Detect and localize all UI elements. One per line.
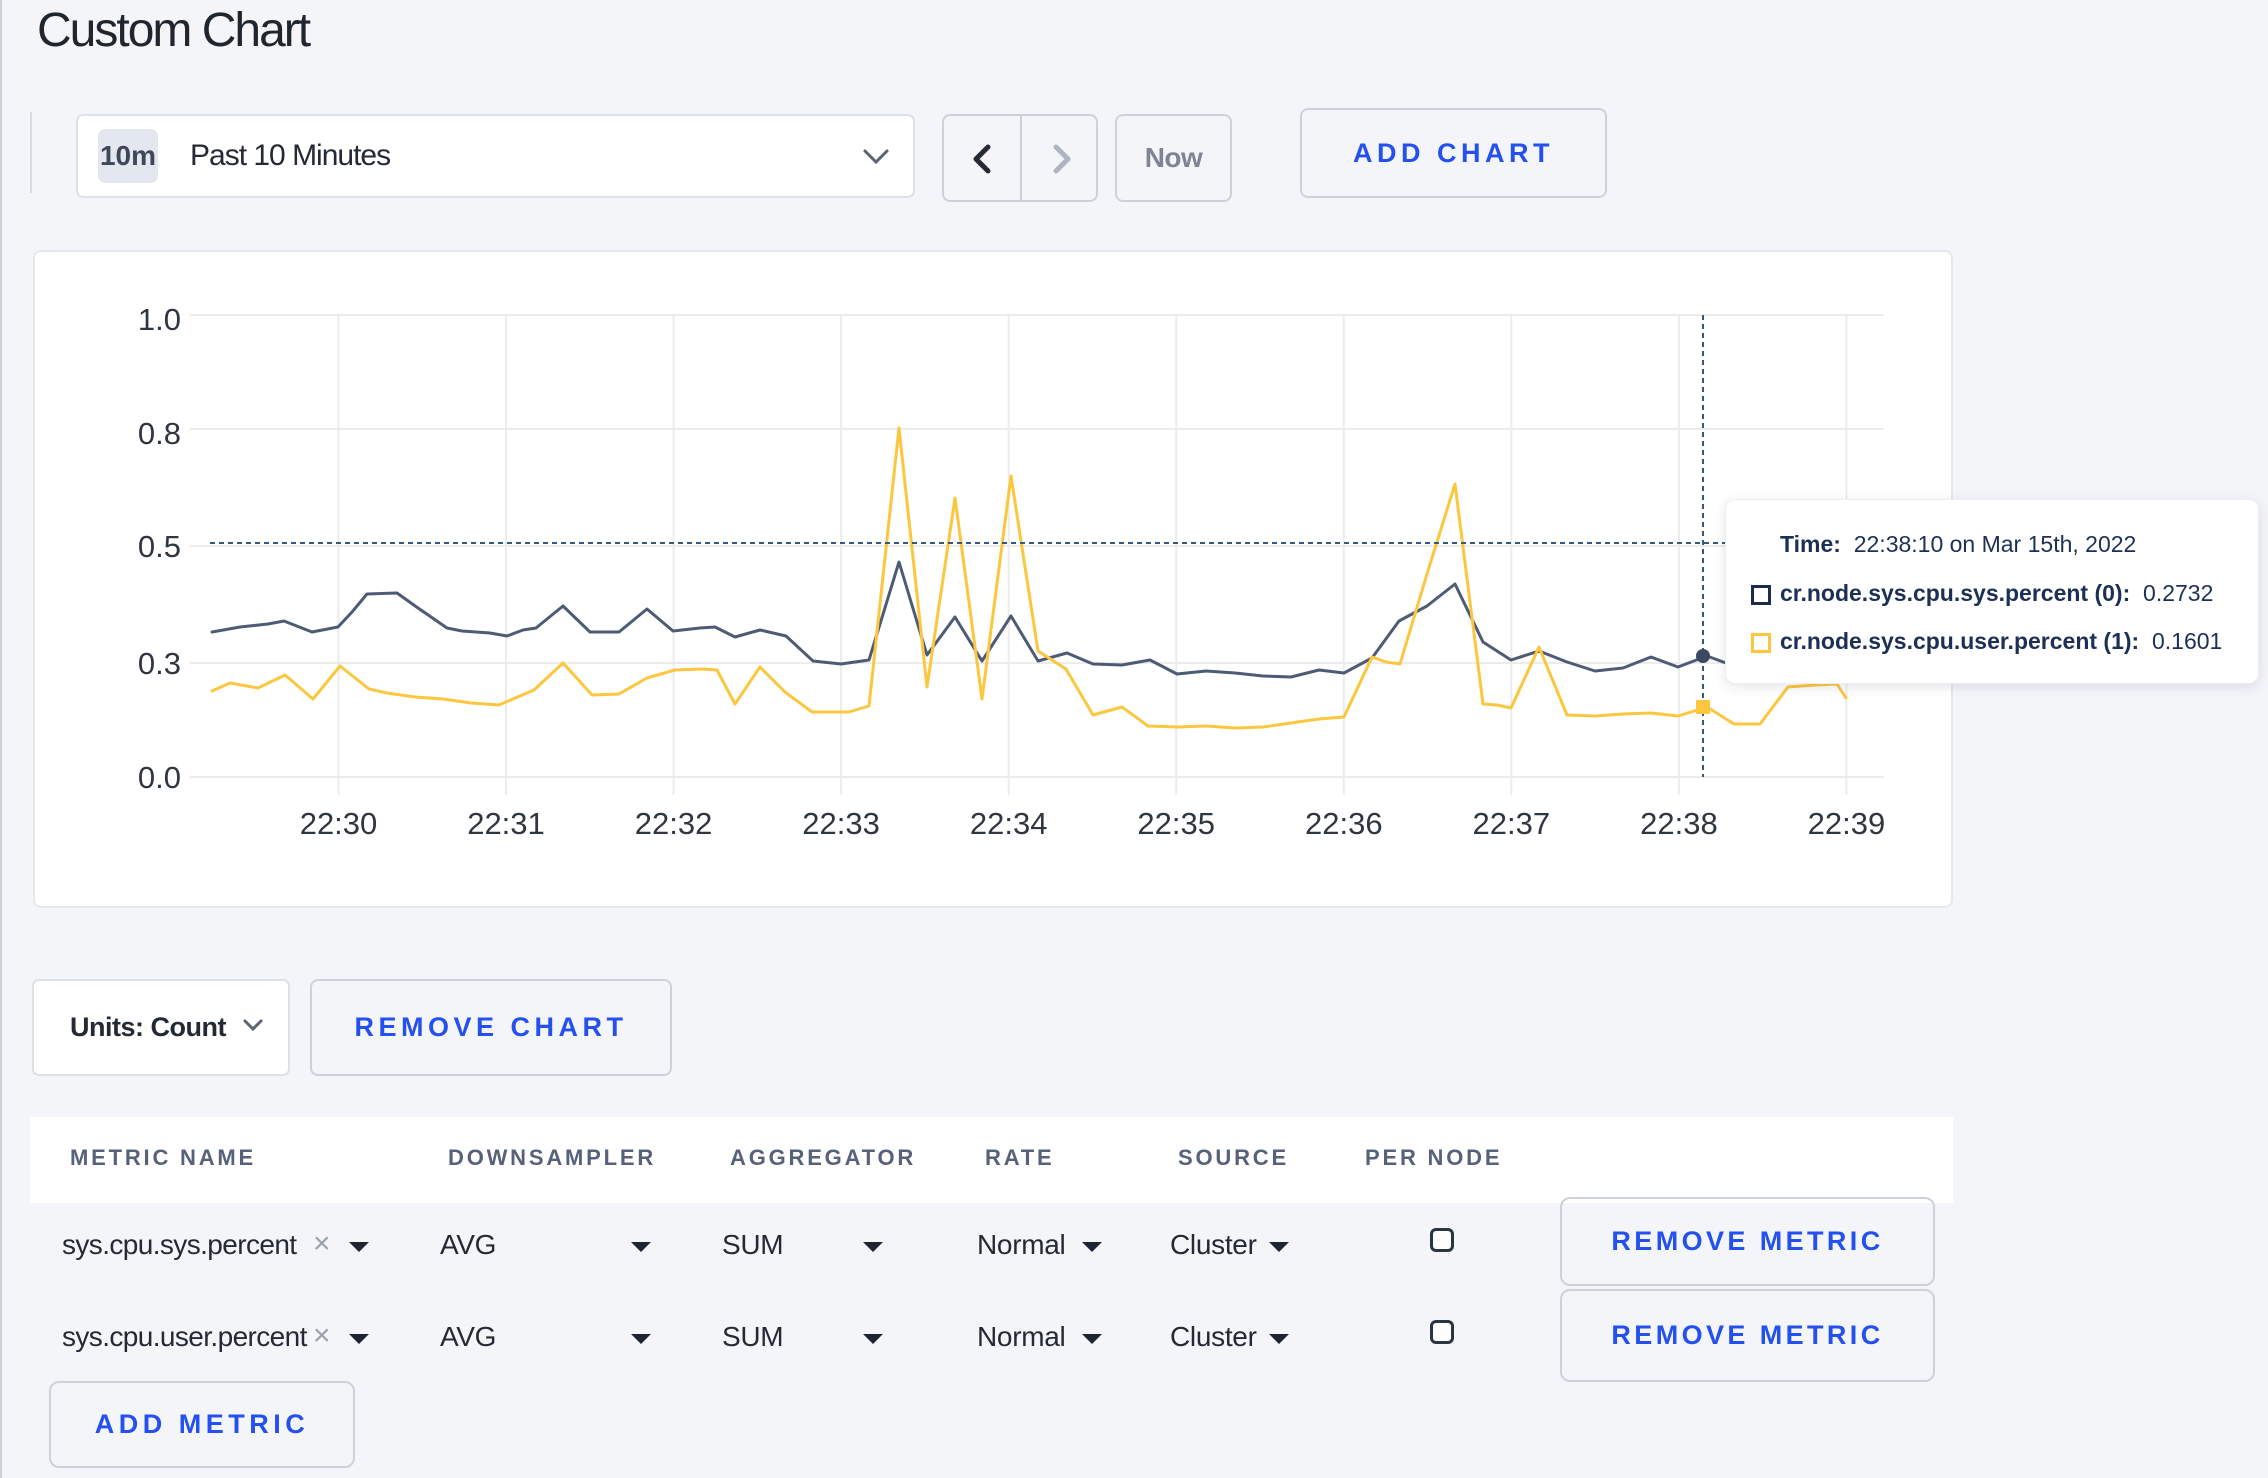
svg-text:0.3: 0.3 xyxy=(138,646,181,681)
svg-text:22:33: 22:33 xyxy=(802,806,880,841)
svg-text:0.5: 0.5 xyxy=(138,529,181,564)
svg-text:1.0: 1.0 xyxy=(138,302,181,337)
svg-text:22:39: 22:39 xyxy=(1808,806,1886,841)
svg-text:22:34: 22:34 xyxy=(970,806,1048,841)
svg-text:22:35: 22:35 xyxy=(1137,806,1215,841)
svg-text:22:38: 22:38 xyxy=(1640,806,1718,841)
svg-text:0.0: 0.0 xyxy=(138,760,181,795)
svg-text:22:30: 22:30 xyxy=(300,806,378,841)
svg-text:22:31: 22:31 xyxy=(467,806,545,841)
svg-text:0.8: 0.8 xyxy=(138,416,181,451)
svg-text:22:32: 22:32 xyxy=(635,806,713,841)
svg-text:22:37: 22:37 xyxy=(1473,806,1551,841)
svg-text:22:36: 22:36 xyxy=(1305,806,1383,841)
